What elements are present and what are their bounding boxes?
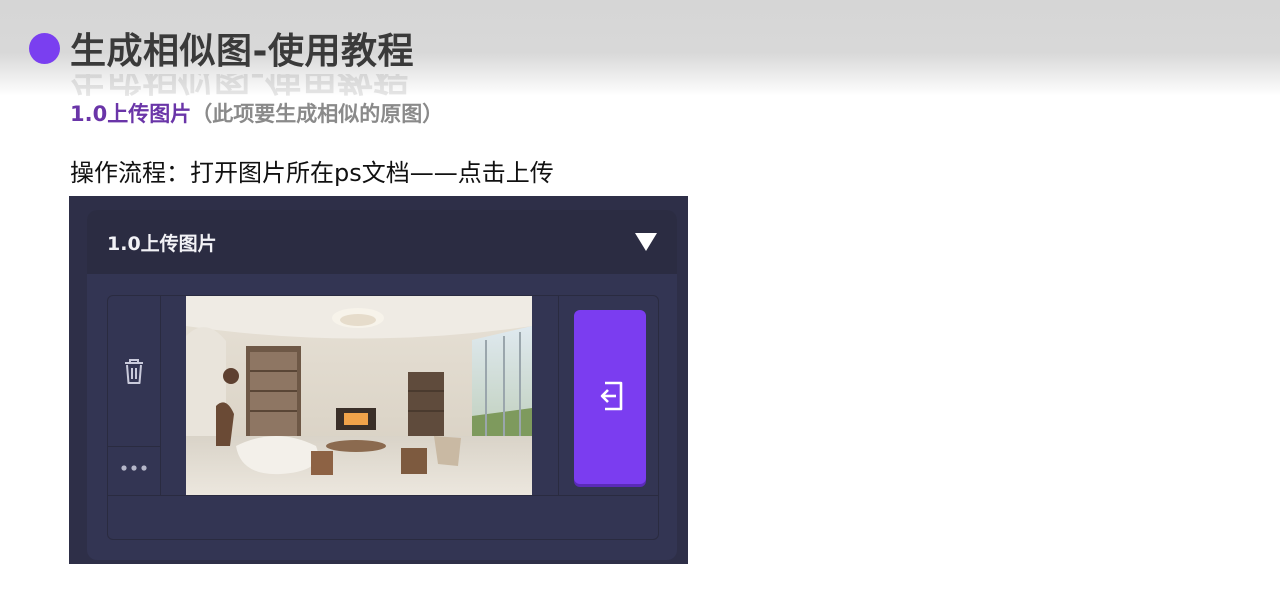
panel-header[interactable]: 1.0上传图片 bbox=[87, 210, 677, 274]
section-heading-note: （此项要生成相似的原图） bbox=[191, 102, 444, 126]
upload-action-column bbox=[558, 296, 660, 495]
page-title: 生成相似图-使用教程 bbox=[70, 31, 414, 72]
upload-button[interactable] bbox=[574, 310, 646, 484]
bullet-icon bbox=[29, 33, 60, 64]
upload-enter-icon bbox=[600, 381, 623, 411]
trash-icon[interactable] bbox=[121, 356, 147, 386]
upload-panel: 1.0上传图片 bbox=[87, 210, 677, 560]
section-heading-main: 1.0上传图片 bbox=[70, 102, 192, 126]
upload-area-divider bbox=[108, 495, 658, 496]
uploaded-image-thumbnail[interactable] bbox=[186, 296, 532, 495]
panel-header-label: 1.0上传图片 bbox=[107, 233, 217, 255]
more-dots-icon[interactable] bbox=[119, 462, 149, 474]
section-heading: 1.0上传图片（此项要生成相似的原图） bbox=[70, 100, 443, 128]
flow-instructions: 操作流程：打开图片所在ps文档——点击上传 bbox=[70, 159, 554, 187]
triangle-down-icon[interactable] bbox=[635, 233, 657, 251]
image-actions-rail bbox=[108, 296, 161, 495]
upload-area bbox=[107, 295, 659, 540]
rail-divider bbox=[108, 446, 160, 447]
page-title-reflection: 生成相似图-使用教程 bbox=[70, 74, 409, 97]
plugin-panel-screenshot: 1.0上传图片 bbox=[69, 196, 688, 564]
